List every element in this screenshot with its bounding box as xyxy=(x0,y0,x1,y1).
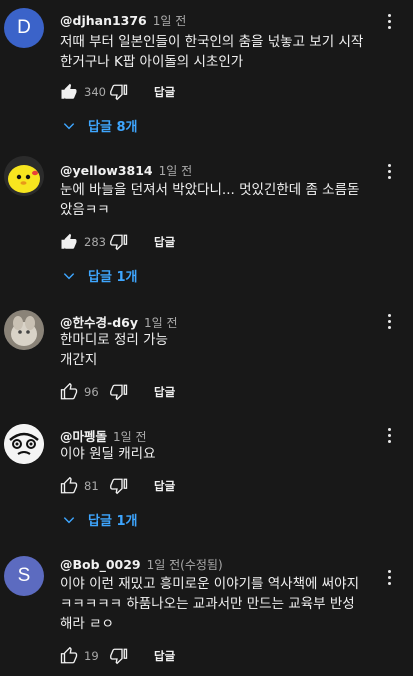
cartoon-face-avatar-icon xyxy=(4,424,44,464)
comment-header: @마펭돌 1일 전 xyxy=(60,426,147,445)
reply-button[interactable]: 답글 xyxy=(154,648,175,664)
like-icon[interactable] xyxy=(58,81,80,103)
like-icon[interactable] xyxy=(58,231,80,253)
reply-button[interactable]: 답글 xyxy=(154,234,175,250)
cat-photo-avatar-icon xyxy=(4,310,44,350)
view-replies-button[interactable]: 답글 8개 xyxy=(62,116,137,135)
timestamp[interactable]: 1일 전 xyxy=(159,164,193,178)
comment-actions: 283 답글 xyxy=(58,230,175,254)
author-name[interactable]: @djhan1376 xyxy=(60,13,147,28)
avatar-letter: D xyxy=(17,17,31,38)
chevron-down-icon xyxy=(63,516,75,523)
avatar-letter: S xyxy=(17,565,31,586)
view-replies-label: 답글 1개 xyxy=(88,514,138,529)
dislike-icon[interactable] xyxy=(108,645,130,667)
more-actions-icon[interactable] xyxy=(383,424,395,446)
dislike-icon[interactable] xyxy=(108,381,130,403)
yellow-chick-avatar-icon xyxy=(4,156,44,196)
like-icon[interactable] xyxy=(58,381,80,403)
comment-header: @yellow3814 1일 전 xyxy=(60,162,192,179)
more-actions-icon[interactable] xyxy=(383,160,395,182)
comment-actions: 96 답글 xyxy=(58,380,175,404)
comment-actions: 340 답글 xyxy=(58,80,175,104)
reply-button[interactable]: 답글 xyxy=(154,478,175,494)
avatar[interactable]: D xyxy=(4,8,44,48)
dislike-icon[interactable] xyxy=(108,81,130,103)
avatar[interactable] xyxy=(4,424,44,464)
chevron-down-icon xyxy=(63,272,75,279)
comment-text: 눈에 바늘을 던져서 박았다니... 멋있긴한데 좀 소름돋 았음ㅋㅋ xyxy=(60,182,360,218)
author-name[interactable]: @yellow3814 xyxy=(60,163,153,178)
view-replies-button[interactable]: 답글 1개 xyxy=(62,510,137,529)
timestamp[interactable]: 1일 전 xyxy=(144,316,178,330)
author-name[interactable]: @Bob_0029 xyxy=(60,557,141,572)
more-actions-icon[interactable] xyxy=(383,10,395,32)
like-count: 96 xyxy=(84,385,99,399)
comment-text: 이야 이런 재밌고 흥미로운 이야기를 역사책에 써야지 ㅋㅋㅋㅋㅋ 하품나오는… xyxy=(60,576,359,632)
reply-button[interactable]: 답글 xyxy=(154,84,175,100)
like-count: 81 xyxy=(84,479,99,493)
like-icon[interactable] xyxy=(58,475,80,497)
timestamp[interactable]: 1일 전 xyxy=(153,14,187,28)
comment-text: 저때 부터 일본인들이 한국인의 춤을 넋놓고 보기 시작 한거구나 K팝 아이… xyxy=(60,34,364,70)
avatar[interactable]: S xyxy=(4,556,44,596)
comment-actions: 19 답글 xyxy=(58,644,175,668)
reply-button[interactable]: 답글 xyxy=(154,384,175,400)
avatar[interactable] xyxy=(4,156,44,196)
like-icon[interactable] xyxy=(58,645,80,667)
like-count: 19 xyxy=(84,649,99,663)
like-count: 340 xyxy=(84,85,106,99)
view-replies-button[interactable]: 답글 1개 xyxy=(62,266,137,285)
dislike-icon[interactable] xyxy=(108,475,130,497)
more-actions-icon[interactable] xyxy=(383,310,395,332)
comment-text: 이야 원딜 캐리요 xyxy=(60,446,156,462)
comment-text: 한마디로 정리 가능 개간지 xyxy=(60,332,168,368)
comment-header: @한수경-d6y 1일 전 xyxy=(60,312,178,331)
view-replies-label: 답글 1개 xyxy=(88,270,138,285)
avatar[interactable] xyxy=(4,310,44,350)
author-name[interactable]: @한수경-d6y xyxy=(60,315,138,330)
chevron-down-icon xyxy=(63,122,75,129)
like-count: 283 xyxy=(84,235,106,249)
comment-actions: 81 답글 xyxy=(58,474,175,498)
author-name[interactable]: @마펭돌 xyxy=(60,429,107,444)
more-actions-icon[interactable] xyxy=(383,566,395,588)
dislike-icon[interactable] xyxy=(108,231,130,253)
timestamp[interactable]: 1일 전 xyxy=(113,430,147,444)
comment-header: @Bob_0029 1일 전(수정됨) xyxy=(60,556,223,573)
view-replies-label: 답글 8개 xyxy=(88,120,138,135)
comment-header: @djhan1376 1일 전 xyxy=(60,12,186,29)
timestamp[interactable]: 1일 전(수정됨) xyxy=(147,558,223,572)
